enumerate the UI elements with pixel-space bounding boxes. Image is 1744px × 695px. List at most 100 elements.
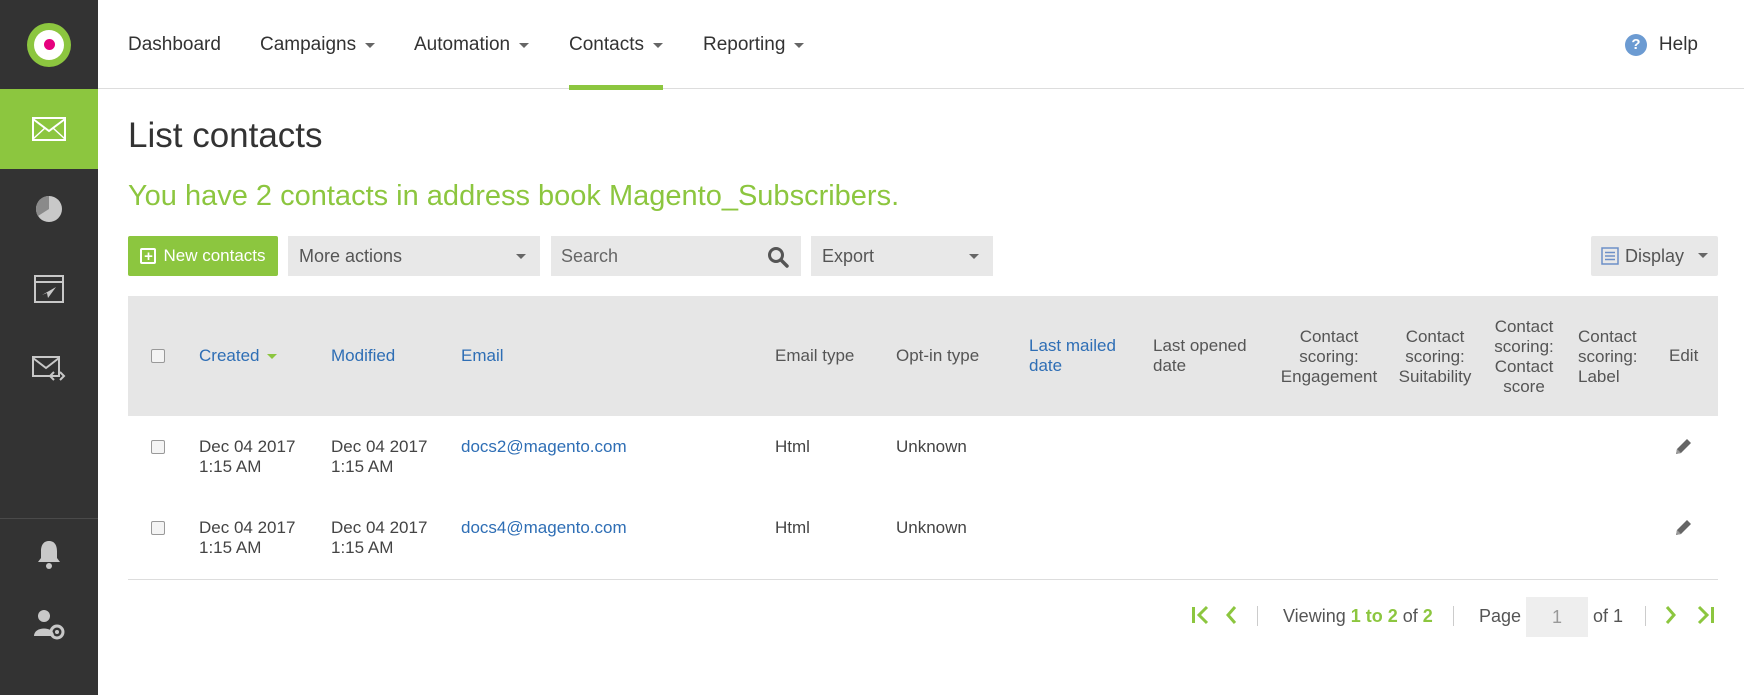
sidebar-item-account[interactable]: [0, 589, 98, 659]
header-contact-score-line2: scoring:: [1494, 337, 1554, 356]
row-checkbox[interactable]: [151, 440, 165, 454]
created-date: Dec 04 2017: [199, 437, 296, 456]
header-contact-score-line3: Contact: [1494, 357, 1554, 376]
sort-desc-icon: [267, 354, 278, 360]
top-nav: Dashboard Campaigns Automation Contacts …: [98, 0, 1744, 90]
browser-plane-icon: [34, 275, 64, 303]
last-page-icon[interactable]: [1696, 604, 1716, 626]
sidebar-item-email[interactable]: [0, 89, 98, 169]
header-label-line2: scoring:: [1578, 347, 1638, 366]
new-contacts-label: New contacts: [163, 246, 266, 265]
table-header: Created Modified Email Email type Opt-in…: [128, 296, 1718, 416]
bell-icon: [38, 541, 60, 569]
header-last-opened: Last opened date: [1153, 336, 1247, 376]
help-icon: ?: [1624, 33, 1647, 56]
search-icon[interactable]: [767, 246, 789, 268]
email-type-cell: Html: [775, 437, 810, 456]
email-code-icon: [32, 356, 66, 381]
display-label: Display: [1625, 245, 1685, 266]
viewing-prefix: Viewing: [1283, 606, 1346, 626]
prev-page-icon[interactable]: [1224, 604, 1238, 626]
viewing-range: Viewing 1 to 2 of 2: [1283, 606, 1433, 627]
nav-campaigns[interactable]: Campaigns: [260, 0, 376, 89]
sidebar-item-campaigns[interactable]: [0, 249, 98, 329]
header-email-type: Email type: [775, 346, 855, 365]
display-button[interactable]: Display: [1591, 236, 1718, 276]
next-page-icon[interactable]: [1664, 604, 1678, 626]
header-engagement: Contact scoring: Engagement: [1276, 327, 1382, 387]
email-type-cell: Html: [775, 518, 810, 537]
nav-automation[interactable]: Automation: [414, 0, 530, 89]
pager-divider: [1257, 606, 1258, 626]
export-dropdown[interactable]: Export: [811, 236, 993, 276]
header-engagement-line1: Contact: [1299, 327, 1359, 346]
chevron-down-icon: [652, 43, 663, 48]
chevron-down-icon: [1698, 253, 1708, 258]
header-label-line1: Contact: [1578, 327, 1637, 346]
created-cell: Dec 04 2017 1:15 AM: [199, 437, 295, 477]
modified-cell: Dec 04 2017 1:15 AM: [331, 437, 427, 477]
select-all-checkbox[interactable]: [151, 349, 165, 363]
email-link[interactable]: docs4@magento.com: [461, 518, 627, 538]
chevron-down-icon: [794, 43, 805, 48]
sidebar-item-notifications[interactable]: [0, 519, 98, 589]
more-actions-label: More actions: [299, 245, 403, 266]
sidebar-item-templates[interactable]: [0, 329, 98, 409]
header-contact-score-line4: score: [1503, 377, 1545, 396]
modified-time: 1:15 AM: [331, 457, 394, 476]
modified-date: Dec 04 2017: [331, 437, 428, 456]
header-last-mailed[interactable]: Last mailed date: [1029, 336, 1116, 376]
viewing-range-value: 1 to 2: [1350, 606, 1398, 626]
sidebar-item-reports[interactable]: [0, 169, 98, 249]
chevron-down-icon: [519, 43, 530, 48]
viewing-of: of: [1402, 606, 1418, 626]
pager-divider: [1645, 606, 1646, 626]
header-suitability-line1: Contact: [1405, 327, 1465, 346]
edit-pencil-icon[interactable]: [1673, 518, 1693, 538]
export-label: Export: [822, 245, 875, 266]
header-label: Contact scoring: Label: [1578, 327, 1638, 387]
header-created[interactable]: Created: [199, 346, 278, 366]
chevron-down-icon: [365, 43, 376, 48]
chevron-down-icon: [516, 254, 526, 259]
header-email[interactable]: Email: [461, 346, 504, 366]
email-link[interactable]: docs2@magento.com: [461, 437, 627, 457]
first-page-icon[interactable]: [1190, 604, 1210, 626]
search-input[interactable]: Search: [551, 236, 801, 276]
help-link[interactable]: ? Help: [1624, 0, 1698, 89]
nav-contacts[interactable]: Contacts: [569, 0, 663, 90]
nav-dashboard[interactable]: Dashboard: [128, 0, 221, 89]
header-last-opened-line2: date: [1153, 356, 1187, 375]
header-engagement-line3: Engagement: [1280, 367, 1378, 386]
table-row: Dec 04 2017 1:15 AM Dec 04 2017 1:15 AM …: [128, 498, 1718, 579]
email-icon: [32, 117, 66, 141]
created-time: 1:15 AM: [199, 457, 262, 476]
new-contacts-button[interactable]: + New contacts: [128, 236, 278, 276]
page-count: of 1: [1593, 606, 1624, 626]
table-row: Dec 04 2017 1:15 AM Dec 04 2017 1:15 AM …: [128, 417, 1718, 498]
search-placeholder: Search: [561, 245, 619, 266]
nav-dashboard-label: Dashboard: [128, 33, 221, 55]
page-title: List contacts: [128, 116, 323, 155]
nav-campaigns-label: Campaigns: [260, 33, 357, 55]
edit-pencil-icon[interactable]: [1673, 437, 1693, 457]
optin-type-cell: Unknown: [896, 437, 967, 456]
modified-time: 1:15 AM: [331, 538, 394, 557]
page-label: Page: [1479, 606, 1522, 626]
header-modified[interactable]: Modified: [331, 346, 395, 366]
row-checkbox[interactable]: [151, 521, 165, 535]
more-actions-dropdown[interactable]: More actions: [288, 236, 540, 276]
header-suitability-line2: scoring:: [1405, 347, 1465, 366]
modified-cell: Dec 04 2017 1:15 AM: [331, 518, 427, 558]
header-last-mailed-line1: Last mailed: [1029, 336, 1116, 355]
list-icon: [1601, 247, 1619, 265]
modified-date: Dec 04 2017: [331, 518, 428, 537]
created-cell: Dec 04 2017 1:15 AM: [199, 518, 295, 558]
table-divider: [128, 579, 1718, 580]
logo[interactable]: [0, 0, 98, 89]
nav-reporting[interactable]: Reporting: [703, 0, 805, 89]
header-engagement-line2: scoring:: [1299, 347, 1359, 366]
sidebar-bottom: [0, 518, 98, 659]
page-number-input[interactable]: [1526, 597, 1588, 637]
header-contact-score-line1: Contact: [1494, 317, 1554, 336]
